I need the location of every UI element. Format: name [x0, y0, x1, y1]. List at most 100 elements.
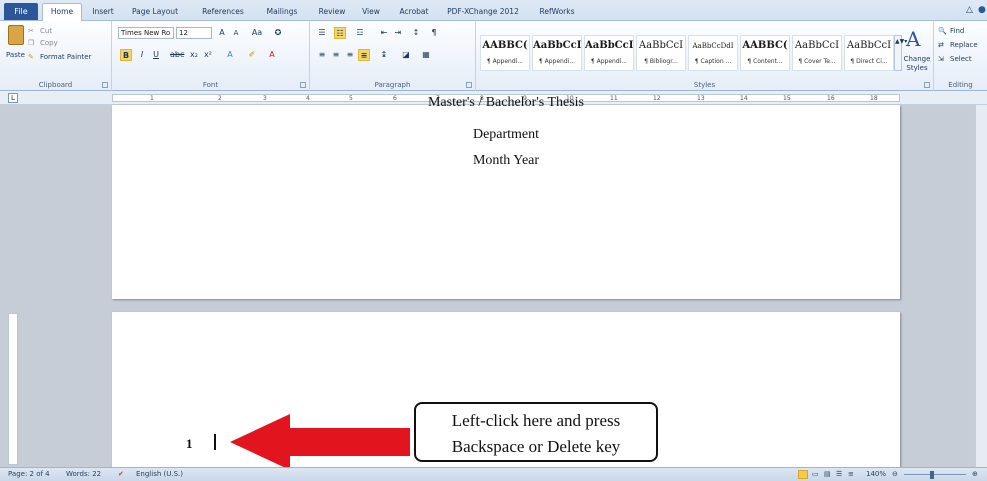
- tab-acrobat[interactable]: Acrobat: [392, 5, 436, 21]
- word-window: File Home Insert Page Layout References …: [0, 0, 987, 481]
- bold-icon[interactable]: B: [120, 49, 132, 61]
- tab-refworks[interactable]: RefWorks: [532, 5, 582, 21]
- tab-mailings[interactable]: Mailings: [258, 5, 306, 21]
- clipboard-launcher[interactable]: [102, 82, 108, 88]
- change-case-icon[interactable]: Aa: [248, 27, 266, 39]
- line-spacing-icon[interactable]: ↨: [378, 49, 390, 61]
- zoom-slider[interactable]: [904, 474, 966, 475]
- style-name: ¶ Direct Ci...: [850, 58, 888, 65]
- justify-icon[interactable]: ≡: [358, 49, 370, 61]
- replace-button[interactable]: Replace: [950, 41, 978, 49]
- proofing-icon[interactable]: ✔: [118, 470, 124, 478]
- print-layout-icon[interactable]: [798, 470, 808, 479]
- change-styles-icon[interactable]: A: [906, 27, 920, 51]
- paste-icon[interactable]: [8, 25, 24, 45]
- tab-page-layout[interactable]: Page Layout: [124, 5, 186, 21]
- thesis-title-line[interactable]: Master's / Bachelor's Thesis: [112, 95, 900, 111]
- clear-formatting-icon[interactable]: ✪: [272, 27, 284, 39]
- style-direct-citation[interactable]: AaBbCcI ¶ Direct Ci...: [844, 35, 894, 71]
- strikethrough-icon[interactable]: abc: [170, 49, 184, 61]
- tab-references[interactable]: References: [192, 5, 254, 21]
- styles-scroll[interactable]: ▲▼▾: [894, 35, 907, 71]
- department-text[interactable]: Department: [112, 127, 900, 143]
- paste-button[interactable]: Paste: [6, 51, 25, 59]
- borders-icon[interactable]: ▦: [420, 49, 432, 61]
- paragraph-launcher[interactable]: [466, 82, 472, 88]
- tab-insert[interactable]: Insert: [86, 5, 120, 21]
- align-right-icon[interactable]: ≡: [344, 49, 356, 61]
- font-name-box[interactable]: Times New Ro: [118, 27, 174, 39]
- superscript-icon[interactable]: x²: [202, 49, 214, 61]
- instruction-callout: Left-click here and press Backspace or D…: [414, 402, 658, 462]
- styles-launcher[interactable]: [924, 82, 930, 88]
- outline-icon[interactable]: ☰: [836, 470, 842, 478]
- zoom-out-icon[interactable]: ⊖: [892, 470, 898, 478]
- italic-icon[interactable]: I: [136, 49, 148, 61]
- vertical-ruler[interactable]: [8, 313, 18, 465]
- cut-button[interactable]: Cut: [40, 27, 52, 35]
- increase-indent-icon[interactable]: ⇥: [392, 27, 404, 39]
- draft-icon[interactable]: ≡: [848, 470, 854, 478]
- style-caption[interactable]: AaBbCcDdI ¶ Caption ...: [688, 35, 738, 71]
- change-styles-button[interactable]: Change Styles: [902, 55, 932, 73]
- style-contents[interactable]: AABBC(¶ Content...: [740, 35, 790, 71]
- zoom-slider-thumb[interactable]: [930, 471, 934, 479]
- minimize-ribbon-icon[interactable]: △: [966, 5, 973, 15]
- full-screen-reading-icon[interactable]: ▭: [812, 470, 819, 478]
- format-painter-icon[interactable]: ✎: [28, 53, 34, 61]
- font-launcher[interactable]: [300, 82, 306, 88]
- copy-icon[interactable]: ❐: [28, 39, 34, 47]
- zoom-level[interactable]: 140%: [866, 470, 886, 478]
- replace-icon[interactable]: ⇄: [938, 41, 944, 49]
- tab-file[interactable]: File: [4, 3, 38, 20]
- font-color-icon[interactable]: A: [266, 49, 278, 61]
- zoom-in-icon[interactable]: ⊕: [972, 470, 978, 478]
- page-1[interactable]: Master's / Bachelor's Thesis Department …: [112, 95, 900, 299]
- document-area[interactable]: Master's / Bachelor's Thesis Department …: [0, 95, 987, 472]
- subscript-icon[interactable]: x₂: [188, 49, 200, 61]
- style-bibliography[interactable]: AaBbCcI ¶ Bibliogr...: [636, 35, 686, 71]
- language-indicator[interactable]: English (U.S.): [136, 470, 183, 478]
- paragraph-group: ☰ ☷ ☲ ⇤ ⇥ ↕ ¶ ≡ ≡ ≡ ≡ ↨ ◪ ▦ Paragraph: [310, 21, 476, 91]
- style-name: ¶ Appendi...: [590, 58, 628, 65]
- find-icon[interactable]: 🔍: [938, 27, 947, 35]
- style-appendix-3[interactable]: AaBbCcI ¶ Appendi...: [584, 35, 634, 71]
- decrease-indent-icon[interactable]: ⇤: [378, 27, 390, 39]
- font-size-box[interactable]: 12: [176, 27, 212, 39]
- tab-review[interactable]: Review: [312, 5, 352, 21]
- word-count[interactable]: Words: 22: [66, 470, 101, 478]
- scissors-icon[interactable]: ✂: [28, 27, 34, 35]
- format-painter-button[interactable]: Format Painter: [40, 53, 91, 61]
- tab-selector[interactable]: L: [8, 93, 18, 103]
- shrink-font-icon[interactable]: A: [230, 27, 242, 39]
- vertical-scrollbar[interactable]: [975, 105, 987, 467]
- web-layout-icon[interactable]: ▤: [824, 470, 831, 478]
- numbering-icon[interactable]: ☷: [334, 27, 346, 39]
- help-icon[interactable]: ●: [978, 5, 986, 15]
- bullets-icon[interactable]: ☰: [316, 27, 328, 39]
- find-button[interactable]: Find: [950, 27, 964, 35]
- shading-icon[interactable]: ◪: [400, 49, 412, 61]
- tab-view[interactable]: View: [356, 5, 386, 21]
- align-center-icon[interactable]: ≡: [330, 49, 342, 61]
- page-number-text[interactable]: 1: [186, 436, 193, 452]
- text-cursor: [214, 434, 216, 450]
- align-left-icon[interactable]: ≡: [316, 49, 328, 61]
- tab-home[interactable]: Home: [42, 3, 82, 22]
- style-appendix-2[interactable]: AaBbCcI ¶ Appendi...: [532, 35, 582, 71]
- select-icon[interactable]: ⇲: [938, 55, 944, 63]
- highlight-icon[interactable]: ✐: [246, 49, 258, 61]
- select-button[interactable]: Select: [950, 55, 972, 63]
- show-formatting-icon[interactable]: ¶: [428, 27, 440, 39]
- tab-pdf-xchange[interactable]: PDF-XChange 2012: [440, 5, 526, 21]
- sort-icon[interactable]: ↕: [410, 27, 422, 39]
- style-appendix-1[interactable]: AABBC(¶ Appendi...: [480, 35, 530, 71]
- underline-icon[interactable]: U: [150, 49, 162, 61]
- style-cover-text[interactable]: AaBbCcI ¶ Cover Te...: [792, 35, 842, 71]
- multilevel-list-icon[interactable]: ☲: [354, 27, 366, 39]
- copy-button[interactable]: Copy: [40, 39, 58, 47]
- page-count[interactable]: Page: 2 of 4: [8, 470, 50, 478]
- month-year-text[interactable]: Month Year: [112, 153, 900, 169]
- text-effects-icon[interactable]: A: [224, 49, 236, 61]
- grow-font-icon[interactable]: A: [216, 27, 228, 39]
